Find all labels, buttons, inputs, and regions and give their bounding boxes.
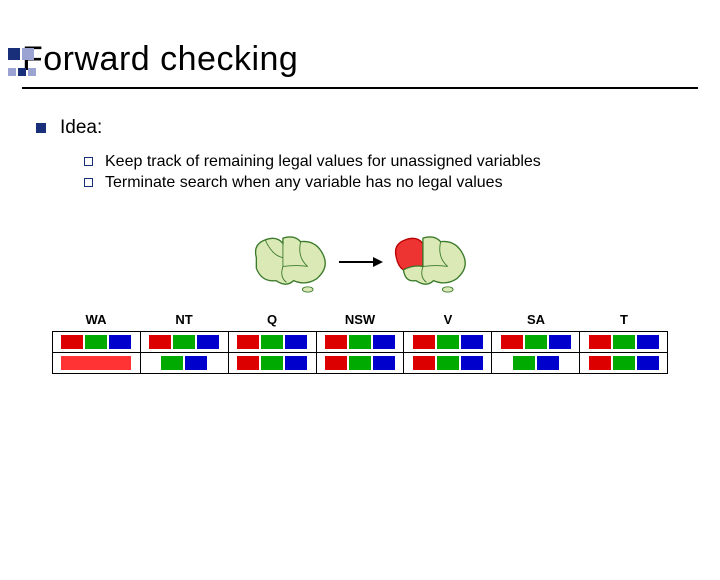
green-swatch — [85, 335, 107, 349]
blue-swatch — [285, 335, 307, 349]
arrow-icon — [335, 249, 385, 275]
corner-decoration — [8, 48, 38, 86]
point-1: Keep track of remaining legal values for… — [105, 153, 541, 171]
green-swatch — [161, 356, 183, 370]
red-swatch — [325, 335, 347, 349]
bullet-level1: Idea: — [36, 117, 684, 139]
blue-swatch — [637, 335, 659, 349]
red-swatch — [589, 356, 611, 370]
green-swatch — [261, 356, 283, 370]
domain-cell — [580, 353, 668, 374]
header-nsw: NSW — [316, 312, 404, 327]
blue-swatch — [549, 335, 571, 349]
table-row — [53, 332, 668, 353]
red-swatch — [589, 335, 611, 349]
red-swatch — [413, 356, 435, 370]
hollow-square-bullet-icon — [84, 178, 93, 187]
green-swatch — [525, 335, 547, 349]
red-swatch — [237, 356, 259, 370]
blue-swatch — [285, 356, 307, 370]
domain-cell — [53, 332, 141, 353]
header-t: T — [580, 312, 668, 327]
hollow-square-bullet-icon — [84, 157, 93, 166]
domain-table — [52, 331, 668, 374]
australia-diagram — [220, 226, 500, 298]
green-swatch — [437, 335, 459, 349]
slide-body: Idea: Keep track of remaining legal valu… — [36, 117, 684, 192]
domain-cell — [140, 353, 228, 374]
blue-swatch — [109, 335, 131, 349]
domain-cell — [316, 332, 404, 353]
header-nt: NT — [140, 312, 228, 327]
domain-cell — [404, 332, 492, 353]
blue-swatch — [461, 335, 483, 349]
domain-cell — [228, 332, 316, 353]
domain-table-area: WA NT Q NSW V SA T — [52, 312, 668, 374]
green-swatch — [261, 335, 283, 349]
domain-cell — [228, 353, 316, 374]
red-swatch — [501, 335, 523, 349]
header-v: V — [404, 312, 492, 327]
title-underline — [22, 87, 698, 89]
point-2: Terminate search when any variable has n… — [105, 174, 503, 192]
green-swatch — [349, 335, 371, 349]
blue-swatch — [197, 335, 219, 349]
blue-swatch — [461, 356, 483, 370]
header-q: Q — [228, 312, 316, 327]
green-swatch — [613, 356, 635, 370]
green-swatch — [173, 335, 195, 349]
green-swatch — [613, 335, 635, 349]
idea-label: Idea: — [60, 117, 102, 139]
blue-swatch — [373, 335, 395, 349]
australia-map-after — [385, 231, 475, 293]
domain-cell — [140, 332, 228, 353]
red-swatch — [413, 335, 435, 349]
domain-cell — [492, 353, 580, 374]
green-swatch — [513, 356, 535, 370]
blue-swatch — [185, 356, 207, 370]
bullet-level2: Keep track of remaining legal values for… — [84, 153, 684, 171]
red-swatch — [237, 335, 259, 349]
domain-cell — [492, 332, 580, 353]
bullet-level2: Terminate search when any variable has n… — [84, 174, 684, 192]
domain-cell — [404, 353, 492, 374]
green-swatch — [437, 356, 459, 370]
domain-cell — [580, 332, 668, 353]
domain-cell — [53, 353, 141, 374]
red-swatch — [325, 356, 347, 370]
table-row — [53, 353, 668, 374]
domain-cell — [316, 353, 404, 374]
blue-swatch — [637, 356, 659, 370]
assigned-swatch — [61, 356, 131, 370]
variable-headers: WA NT Q NSW V SA T — [52, 312, 668, 327]
square-bullet-icon — [36, 123, 46, 133]
green-swatch — [349, 356, 371, 370]
australia-map-before — [245, 231, 335, 293]
blue-swatch — [373, 356, 395, 370]
header-sa: SA — [492, 312, 580, 327]
red-swatch — [149, 335, 171, 349]
red-swatch — [61, 335, 83, 349]
header-wa: WA — [52, 312, 140, 327]
blue-swatch — [537, 356, 559, 370]
slide-title: Forward checking — [22, 40, 720, 79]
